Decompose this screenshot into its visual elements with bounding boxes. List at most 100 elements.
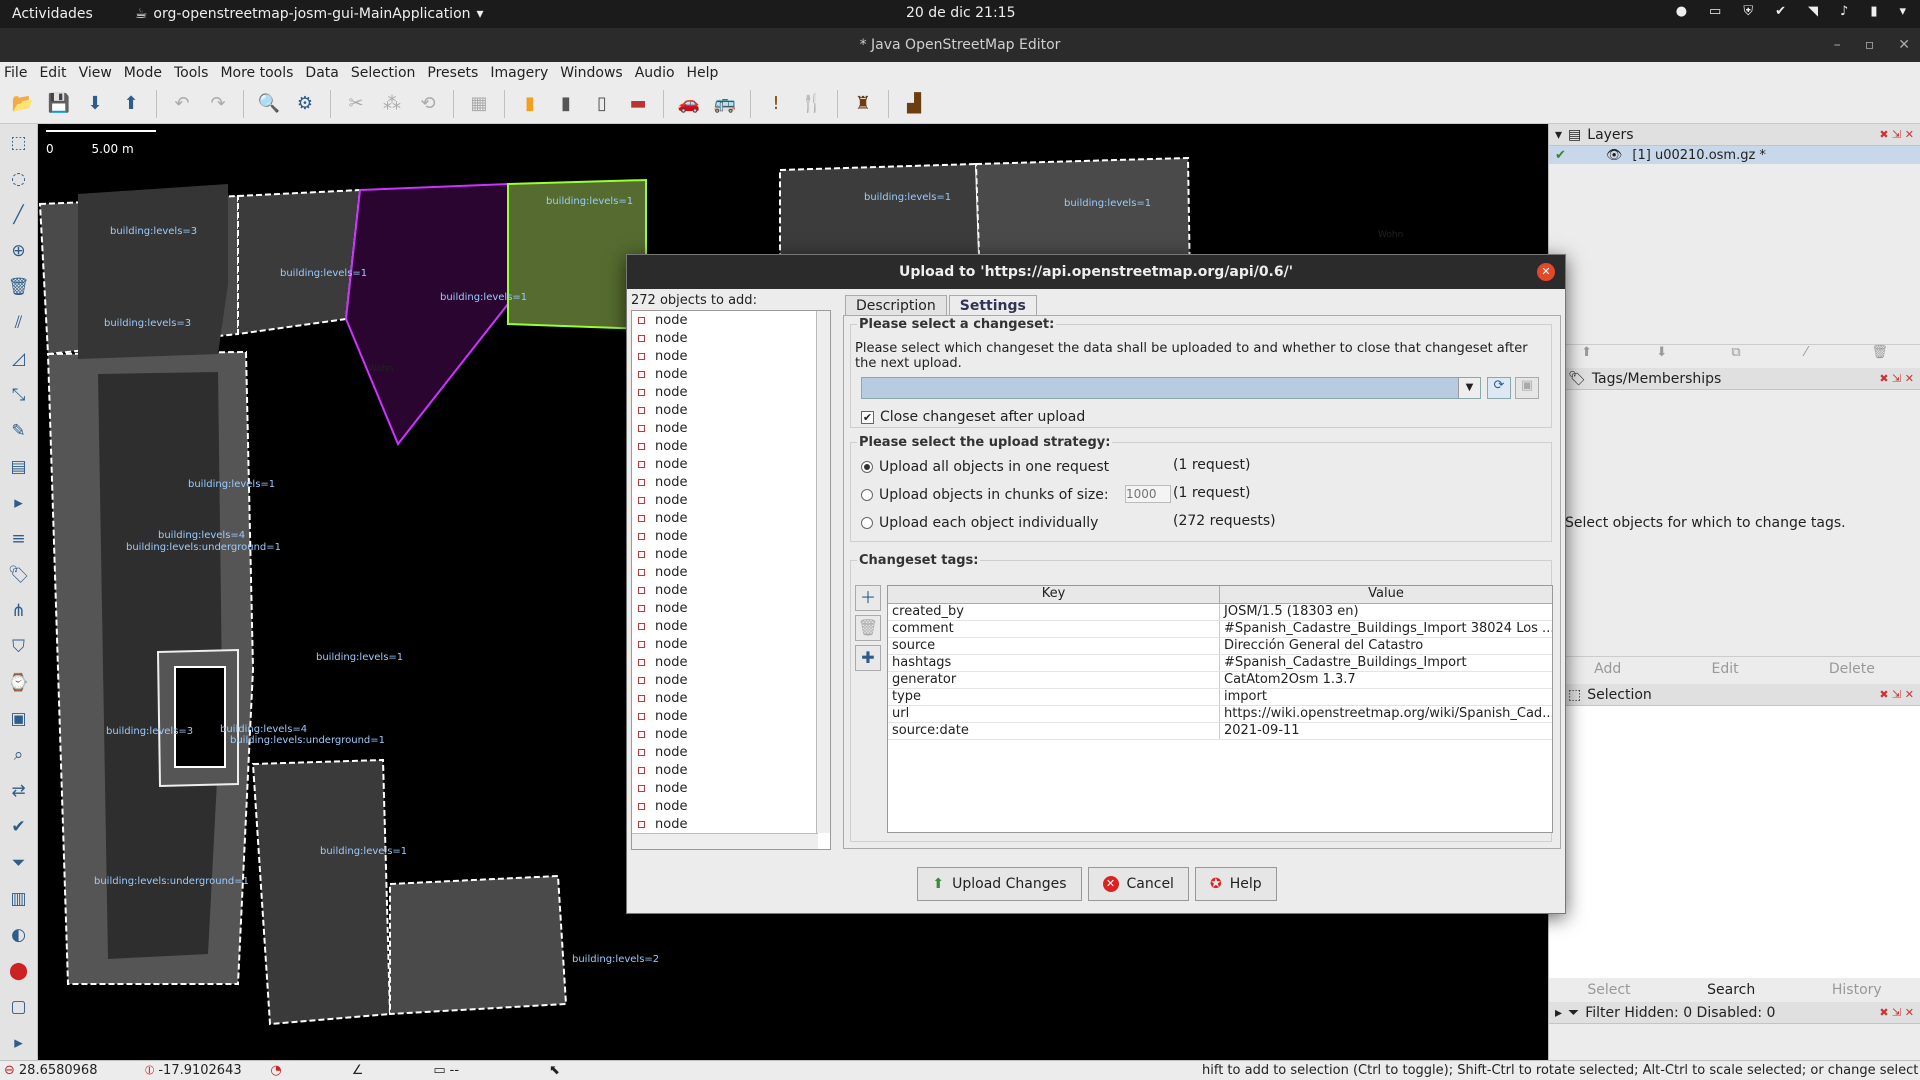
object-list-item[interactable]: node: [632, 653, 830, 671]
validate-icon[interactable]: ▦: [464, 89, 494, 119]
menu-more-tools[interactable]: More tools: [220, 65, 293, 81]
tag-row[interactable]: created_by JOSM/1.5 (18303 en): [888, 604, 1552, 621]
expand-icon[interactable]: ▸: [4, 488, 34, 518]
tag-key[interactable]: type: [888, 689, 1220, 705]
car-icon[interactable]: 🚗: [674, 89, 704, 119]
help-button[interactable]: ✪ Help: [1194, 867, 1277, 901]
changeset-tags-table[interactable]: Key Value created_by JOSM/1.5 (18303 en) c…: [887, 585, 1553, 833]
object-list-item[interactable]: node: [632, 671, 830, 689]
battery-icon[interactable]: ▮: [1870, 4, 1877, 19]
panel-controls-icon[interactable]: ✖ ⇲ ✕: [1879, 128, 1914, 141]
activities-button[interactable]: Actividades: [12, 6, 93, 22]
upload-icon[interactable]: ⬆: [116, 89, 146, 119]
object-list-item[interactable]: node: [632, 527, 830, 545]
menu-view[interactable]: View: [79, 65, 112, 81]
object-list-item[interactable]: node: [632, 761, 830, 779]
menu-tools[interactable]: Tools: [174, 65, 209, 81]
save-icon[interactable]: 💾: [44, 89, 74, 119]
tag-row[interactable]: source:date 2021-09-11: [888, 723, 1552, 740]
layers-header[interactable]: ▾ ▤ Layers ✖ ⇲ ✕: [1549, 124, 1920, 146]
history-icon[interactable]: ⌚: [4, 668, 34, 698]
tag-key[interactable]: created_by: [888, 604, 1220, 620]
objects-list[interactable]: node node node node node node node node node node…: [631, 310, 831, 850]
close-changeset-row[interactable]: ✔ Close changeset after upload: [861, 409, 1085, 425]
open-file-icon[interactable]: 📂: [8, 89, 38, 119]
object-list-item[interactable]: node: [632, 311, 830, 329]
tag-value[interactable]: #Spanish_Cadastre_Buildings_Import: [1220, 655, 1552, 671]
volume-icon[interactable]: ♪: [1840, 4, 1848, 19]
chunk-size-input[interactable]: [1125, 485, 1171, 503]
object-list-item[interactable]: node: [632, 437, 830, 455]
panel-controls-icon[interactable]: ✖ ⇲ ✕: [1879, 1006, 1914, 1019]
object-list-item[interactable]: node: [632, 581, 830, 599]
tag-value[interactable]: #Spanish_Cadastre_Buildings_Import 38024…: [1220, 621, 1552, 637]
object-list-item[interactable]: node: [632, 725, 830, 743]
drive-icon[interactable]: ▭: [1709, 4, 1721, 19]
select-mode-icon[interactable]: ⬚: [4, 128, 34, 158]
tag-row[interactable]: source Dirección General del Catastro: [888, 638, 1552, 655]
object-list-item[interactable]: node: [632, 743, 830, 761]
menu-mode[interactable]: Mode: [124, 65, 162, 81]
tag-value[interactable]: CatAtom2Osm 1.3.7: [1220, 672, 1552, 688]
visible-check-icon[interactable]: ✔: [1555, 148, 1566, 163]
filter-icon[interactable]: ⛉: [4, 632, 34, 662]
merge-icon[interactable]: ⧉: [1731, 345, 1740, 368]
improve-way-icon[interactable]: ⤡: [4, 380, 34, 410]
restaurant-icon[interactable]: 🍴: [797, 89, 827, 119]
changeset-icon[interactable]: ⇄: [4, 776, 34, 806]
layer-icon[interactable]: ▢: [4, 992, 34, 1022]
object-list-item[interactable]: node: [632, 779, 830, 797]
object-list-item[interactable]: node: [632, 599, 830, 617]
object-list-item[interactable]: node: [632, 455, 830, 473]
object-list-item[interactable]: node: [632, 383, 830, 401]
toggle-layers-icon[interactable]: ≡: [4, 524, 34, 554]
tag-key[interactable]: source: [888, 638, 1220, 654]
validator-icon[interactable]: ✔: [4, 812, 34, 842]
refresh-icon[interactable]: ⟳: [1487, 377, 1511, 399]
search-button[interactable]: Search: [1707, 982, 1755, 998]
tag-key[interactable]: url: [888, 706, 1220, 722]
properties-icon[interactable]: ⁄: [1805, 345, 1807, 368]
marker-icon[interactable]: ⬤: [4, 956, 34, 986]
mappaint-icon[interactable]: ◐: [4, 920, 34, 950]
combine-way-icon[interactable]: ⁂: [377, 89, 407, 119]
object-list-item[interactable]: node: [632, 815, 830, 833]
app-menu[interactable]: ☕ org-openstreetmap-josm-gui-MainApplica…: [135, 6, 484, 22]
add-tag-icon[interactable]: ＋: [855, 585, 881, 611]
shield-icon[interactable]: ⛨: [1743, 4, 1753, 19]
filter-header[interactable]: ▸ ⏷ Filter Hidden: 0 Disabled: 0 ✖ ⇲ ✕: [1549, 1002, 1920, 1024]
preferences-icon[interactable]: ⚙: [290, 89, 320, 119]
object-list-item[interactable]: node: [632, 419, 830, 437]
tag-value[interactable]: https://wiki.openstreetmap.org/wiki/Span…: [1220, 706, 1552, 722]
tag-key[interactable]: generator: [888, 672, 1220, 688]
move-up-icon[interactable]: ⬆: [1581, 345, 1592, 368]
imagery-icon[interactable]: ▣: [4, 704, 34, 734]
tag-key[interactable]: source:date: [888, 723, 1220, 739]
object-list-item[interactable]: node: [632, 365, 830, 383]
selection-list[interactable]: [1549, 706, 1920, 978]
cancel-button[interactable]: ✕ Cancel: [1087, 867, 1189, 901]
object-list-item[interactable]: node: [632, 473, 830, 491]
add-tag-button[interactable]: Add: [1594, 661, 1621, 677]
zoom-icon[interactable]: 🔍: [254, 89, 284, 119]
download-icon[interactable]: ⬇: [80, 89, 110, 119]
delete-tag-icon[interactable]: 🗑: [855, 615, 881, 641]
undo-icon[interactable]: ↶: [167, 89, 197, 119]
tag-row[interactable]: hashtags #Spanish_Cadastre_Buildings_Impo…: [888, 655, 1552, 672]
object-list-item[interactable]: node: [632, 401, 830, 419]
strategy-all-row[interactable]: Upload all objects in one request: [861, 459, 1109, 475]
tag-key[interactable]: comment: [888, 621, 1220, 637]
history-button[interactable]: History: [1832, 982, 1882, 998]
extrude-icon[interactable]: ◿: [4, 344, 34, 374]
barrier-icon[interactable]: ▬: [623, 89, 653, 119]
tag-row[interactable]: generator CatAtom2Osm 1.3.7: [888, 672, 1552, 689]
menu-edit[interactable]: Edit: [39, 65, 66, 81]
tags-header[interactable]: ▾ 🏷 Tags/Memberships ✖ ⇲ ✕: [1549, 368, 1920, 390]
tag-value[interactable]: 2021-09-11: [1220, 723, 1552, 739]
package-icon[interactable]: ▥: [4, 884, 34, 914]
object-list-item[interactable]: node: [632, 689, 830, 707]
select-button[interactable]: Select: [1587, 982, 1630, 998]
object-list-item[interactable]: node: [632, 797, 830, 815]
strategy-individual-radio[interactable]: [861, 517, 873, 529]
redo-icon[interactable]: ↷: [203, 89, 233, 119]
